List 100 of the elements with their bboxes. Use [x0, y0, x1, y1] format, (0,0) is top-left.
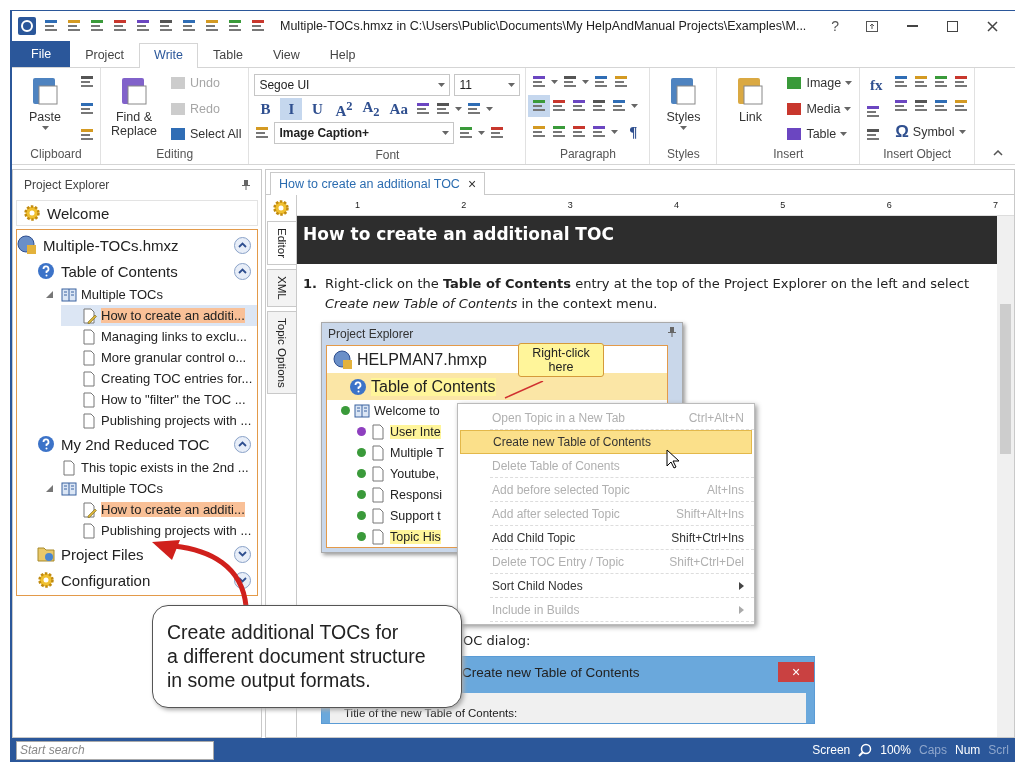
toolbar-icon[interactable] [913, 74, 930, 90]
expand-button[interactable] [234, 545, 251, 563]
caret-icon[interactable] [508, 83, 516, 87]
collapse-ribbon-icon[interactable] [993, 150, 1003, 156]
ribbon-tab[interactable]: File [12, 41, 71, 67]
tree-item[interactable]: Table of Contents [61, 262, 178, 280]
format-button[interactable]: ¶ [622, 121, 645, 143]
toolbar-icon[interactable] [531, 97, 548, 114]
ribbon-button[interactable]: Paste [17, 74, 73, 130]
caret-icon[interactable] [611, 130, 619, 134]
toolbar-icon[interactable] [933, 97, 950, 114]
toolbar-icon[interactable] [79, 127, 95, 143]
caret-icon[interactable] [485, 107, 493, 111]
caret-icon[interactable] [41, 126, 49, 130]
tree-item[interactable]: Multiple TOCs [81, 287, 163, 302]
tree-item[interactable]: Multiple TOCs [81, 481, 163, 496]
toolbar-icon[interactable] [458, 125, 475, 141]
caret-icon[interactable] [679, 126, 687, 130]
toolbar-icon[interactable] [591, 124, 608, 140]
toolbar-icon[interactable] [865, 103, 882, 120]
ribbon-tab[interactable]: Project [70, 43, 140, 67]
zoom-icon[interactable] [858, 743, 873, 757]
toolbar-icon[interactable] [551, 97, 568, 114]
ribbon-button[interactable]: Ω Symbol [893, 121, 968, 143]
caret-icon[interactable] [844, 106, 852, 111]
scrollbar[interactable] [997, 216, 1014, 264]
ribbon-button[interactable]: Link [722, 74, 779, 124]
caret-icon[interactable] [454, 107, 462, 111]
ribbon-button[interactable]: Media [784, 99, 854, 118]
ribbon-display-icon[interactable] [866, 20, 878, 32]
tree-item[interactable]: Publishing projects with ... [101, 523, 252, 538]
format-button[interactable]: Aa [386, 98, 411, 120]
document-tab[interactable]: How to create an additional TOC × [270, 172, 486, 195]
toolbar-icon[interactable] [562, 74, 579, 90]
tree-item[interactable]: More granular control o... [101, 350, 247, 365]
help-button[interactable]: ? [821, 18, 849, 34]
ribbon-tab[interactable]: Help [314, 43, 371, 67]
ribbon-button[interactable]: Find & Replace [106, 74, 162, 138]
search-field[interactable]: Start search [16, 740, 214, 760]
format-button[interactable]: A$^{2}$ [332, 98, 356, 120]
toolbar-icon[interactable] [89, 18, 105, 34]
toolbar-icon[interactable] [933, 74, 950, 90]
tree-row[interactable]: This topic exists in the 2nd ... [41, 457, 257, 478]
expanded-triangle-icon[interactable] [45, 291, 53, 298]
tree-item[interactable]: How to "filter" the TOC ... [101, 392, 246, 407]
toolbar-icon[interactable] [551, 124, 568, 140]
expanded-triangle-icon[interactable] [45, 485, 53, 492]
collapse-button[interactable] [234, 262, 251, 280]
toolbar-icon[interactable] [112, 18, 128, 34]
toolbar-icon[interactable] [79, 74, 95, 90]
zoom-level[interactable]: 100% [880, 743, 911, 757]
caret-icon[interactable] [845, 81, 853, 85]
tree-item[interactable]: Welcome [47, 204, 110, 222]
tree-item[interactable]: This topic exists in the 2nd ... [81, 460, 249, 475]
caret-icon[interactable] [582, 80, 590, 84]
format-button[interactable]: B [254, 98, 277, 120]
toolbar-icon[interactable] [181, 18, 197, 34]
tree-row[interactable]: Creating TOC entries for... [61, 368, 257, 389]
view-mode[interactable]: Screen [812, 743, 851, 757]
caret-icon[interactable] [840, 132, 848, 136]
close-icon[interactable] [986, 20, 998, 32]
toolbar-icon[interactable] [158, 18, 174, 34]
toolbar-icon[interactable] [489, 125, 506, 141]
toolbar-icon[interactable] [434, 101, 451, 117]
toolbar-icon[interactable] [953, 74, 970, 90]
tree-item[interactable]: Publishing projects with ... [101, 413, 252, 428]
toolbar-icon[interactable] [591, 97, 608, 114]
toolbar-icon[interactable] [913, 97, 930, 114]
toolbar-icon[interactable] [135, 18, 151, 34]
tree-row[interactable]: How to "filter" the TOC ... [61, 389, 257, 410]
toolbar-icon[interactable] [571, 97, 588, 114]
caret-icon[interactable] [442, 131, 450, 135]
toolbar-icon[interactable] [613, 74, 630, 90]
tree-item[interactable]: Managing links to exclu... [101, 329, 247, 344]
scrollbar[interactable] [997, 264, 1014, 737]
close-button[interactable]: × [778, 662, 814, 682]
style-dropdown[interactable]: Image Caption+ [274, 122, 455, 144]
maximize-icon[interactable] [946, 20, 958, 32]
toolbar-icon[interactable] [254, 125, 271, 141]
font-dropdown[interactable]: 11 [454, 74, 521, 96]
toolbar-icon[interactable] [43, 18, 59, 34]
caret-icon[interactable] [958, 130, 966, 134]
side-tab[interactable]: Editor [266, 221, 296, 266]
collapse-button[interactable] [234, 236, 251, 254]
minimize-icon[interactable] [906, 25, 918, 27]
tree-row[interactable]: How to create an additi... [61, 305, 257, 326]
toolbar-icon[interactable] [953, 97, 970, 114]
pin-icon[interactable] [242, 180, 250, 190]
ribbon-button[interactable]: Table [784, 125, 850, 143]
toolbar-icon[interactable] [531, 74, 548, 90]
toolbar-icon[interactable] [593, 74, 610, 90]
tree-row[interactable]: Publishing projects with ... [61, 520, 257, 541]
tree-row[interactable]: Managing links to exclu... [61, 326, 257, 347]
toolbar-icon[interactable] [531, 124, 548, 140]
format-button[interactable]: U [306, 98, 329, 120]
toolbar-icon[interactable] [611, 97, 628, 114]
caret-icon[interactable] [438, 83, 446, 87]
menu-item[interactable]: Sort Child Nodes [490, 574, 754, 598]
menu-item[interactable]: Add Child Topic Shift+Ctrl+Ins [490, 526, 754, 550]
toolbar-icon[interactable] [227, 18, 243, 34]
